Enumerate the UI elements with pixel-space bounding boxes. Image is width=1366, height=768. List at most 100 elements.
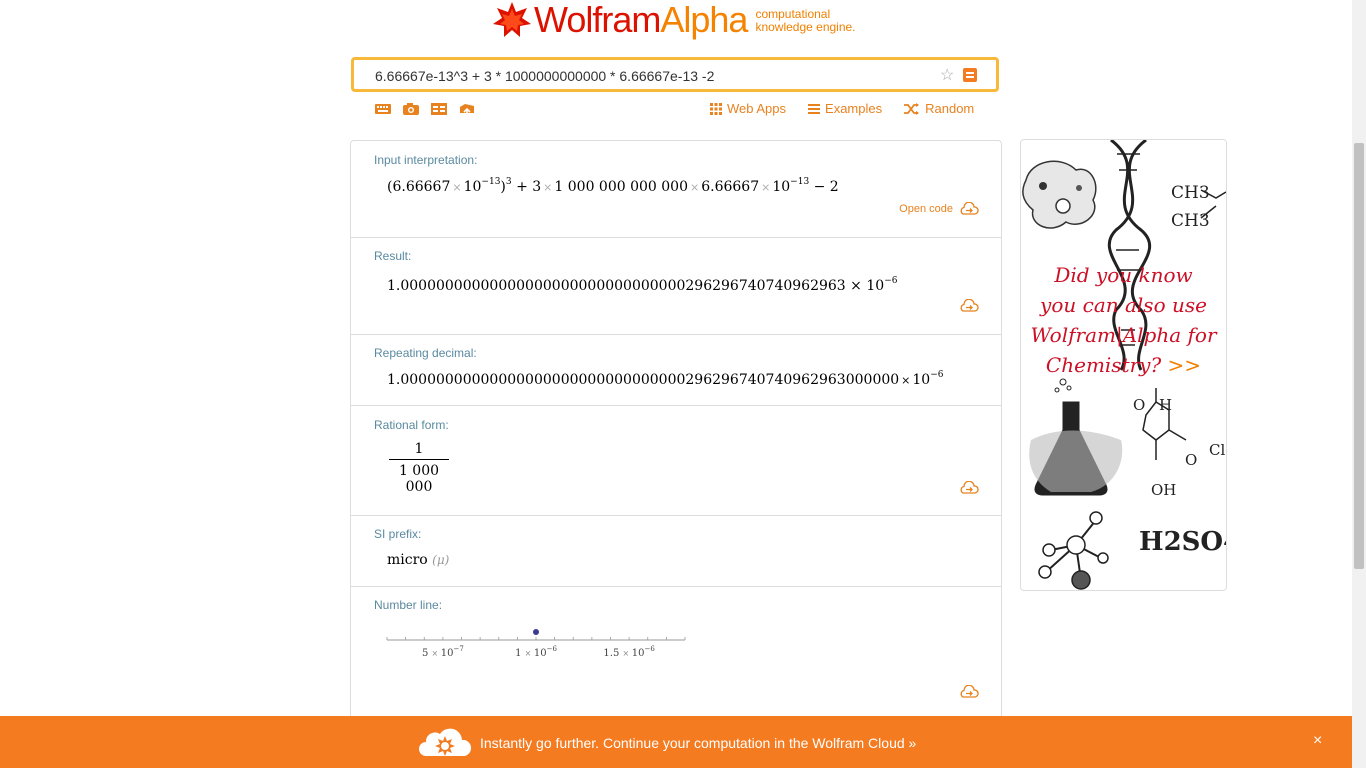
repeating-value: 1.00000000000000000000000000000000296296… [387,370,944,388]
outer-exponent: 3 [505,177,512,187]
keyboard-icon[interactable] [374,101,392,117]
ten-1: 10 [463,179,482,195]
ad-line-2: you can also use [1040,293,1207,317]
list-icon [808,103,821,114]
cloud-arrow-icon[interactable] [959,299,979,313]
pod-title: Result: [374,249,412,263]
web-apps-link[interactable]: Web Apps [710,101,786,116]
logo-tagline: computational knowledge engine. [755,8,855,34]
pod-number-line: Number line: 5 × 10−7 1 × 10−6 1.5 × 10−6 [351,587,1001,719]
ad-line-3: Wolfram|Alpha for [1030,323,1217,347]
times-sign: × [452,181,462,194]
ad-headline: Did you know you can also use Wolfram|Al… [1021,260,1226,380]
plus-three: + 3 [516,179,542,195]
page-scrollbar[interactable] [1352,0,1366,768]
result-mantissa: 1.00000000000000000000000000000000296296… [387,278,846,294]
wolfram-star-icon [493,2,531,37]
ad-h-label: H [1159,396,1172,414]
search-query-text[interactable]: 6.66667e-13^3 + 3 * 1000000000000 * 6.66… [375,68,714,84]
tagline-line-2: knowledge engine. [755,20,856,34]
si-prefix-symbol: (μ) [432,553,450,567]
pod-title: Rational form: [374,418,449,432]
header: Wolfram Alpha computational knowledge eng… [0,0,1352,50]
open-code-link[interactable]: Open code [899,202,979,216]
close-icon[interactable]: × [1313,732,1322,750]
pod-result: Result: 1.000000000000000000000000000000… [351,238,1001,335]
ad-ch3-top: CH3 [1171,183,1210,203]
camera-icon[interactable] [402,101,420,117]
base-1: 6.66667 [392,179,451,195]
cloud-arrow-icon[interactable] [959,685,979,699]
repeating-exponent: −6 [930,370,944,380]
times-sign: × [761,181,771,194]
input-toolbar [374,101,486,119]
si-prefix-name: micro [387,552,428,568]
banner-message[interactable]: Instantly go further. Continue your comp… [480,735,916,751]
ad-arrow: >> [1167,353,1202,377]
examples-link[interactable]: Examples [808,101,882,116]
nav-links: Web Apps Examples Random [710,101,996,116]
shuffle-icon [904,102,920,115]
times-sign: × [901,374,911,387]
grid-icon [710,102,722,115]
pod-si-prefix: SI prefix: micro (μ) [351,516,1001,587]
wolfram-cloud-icon [419,728,472,756]
si-prefix-value: micro (μ) [387,552,449,568]
exponent-2: −13 [790,177,810,187]
svg-text:O: O [1133,396,1145,414]
ad-chemistry-text: Chemistry? [1045,353,1162,377]
number-line-tick-label: 5 × 10−7 [422,645,464,659]
number-line-labels: 5 × 10−7 1 × 10−6 1.5 × 10−6 [422,645,655,659]
logo-wolfram-text: Wolfram [534,0,661,40]
result-exponent: −6 [884,276,898,286]
logo-alpha-text: Alpha [660,0,748,40]
number-line-point [533,629,539,635]
exponent-1: −13 [481,177,501,187]
upload-icon[interactable] [458,101,476,117]
random-label: Random [925,101,975,116]
pod-title: Number line: [374,598,443,612]
pod-rational-form: Rational form: 1 1 000 000 [351,406,1001,516]
ad-h2so4: H2SO4 [1139,527,1226,557]
input-expression: (6.66667 × 10−13)3 + 3 × 1 000 000 000 000 × 6… [387,177,839,195]
repeating-mantissa: 1.00000000000000000000000000000000296296… [387,372,900,388]
denominator: 1 000 000 [398,463,440,495]
cloud-arrow-icon[interactable] [959,481,979,495]
pod-title: Repeating decimal: [374,346,477,360]
web-apps-label: Web Apps [727,101,787,116]
ad-oh-label: OH [1151,481,1176,499]
number-line-plot: 5 × 10−7 1 × 10−6 1.5 × 10−6 [386,629,686,659]
compute-button[interactable] [963,68,977,82]
times-sign: × [543,181,553,194]
ad-line-1: Did you know [1054,263,1193,287]
pod-repeating-decimal: Repeating decimal: 1.0000000000000000000… [351,335,1001,406]
ten-2: 10 [772,179,791,195]
cloud-banner[interactable]: Instantly go further. Continue your comp… [0,716,1352,768]
svg-text:O: O [1185,451,1197,469]
number-line-tick-label: 1 × 10−6 [515,645,557,659]
pod-title: Input interpretation: [374,153,478,167]
pod-title: SI prefix: [374,527,422,541]
times-sign: × [690,181,700,194]
scrollbar-thumb[interactable] [1354,143,1364,569]
fraction: 1 1 000 000 [389,441,449,495]
number-line-tick-label: 1.5 × 10−6 [603,645,655,659]
star-icon[interactable]: ☆ [940,65,954,85]
minus-two: − 2 [813,179,839,195]
search-input[interactable]: 6.66667e-13^3 + 3 * 1000000000000 * 6.66… [351,57,999,92]
times-sign: × [850,278,862,294]
svg-text:Cl: Cl [1209,441,1225,459]
pod-input-interpretation: Input interpretation: (6.66667 × 10−13)3 +… [351,141,1001,238]
big-number: 1 000 000 000 000 [554,179,688,195]
ad-line-4: Chemistry? >> [1021,350,1226,380]
base-2: 6.66667 [701,179,760,195]
random-link[interactable]: Random [904,101,974,116]
table-icon[interactable] [430,101,448,117]
open-code-label: Open code [899,203,953,215]
wolfram-alpha-logo[interactable]: Wolfram Alpha computational knowledge eng… [492,0,856,40]
numerator: 1 [389,441,449,460]
examples-label: Examples [825,101,883,116]
result-ten: 10 [866,278,885,294]
chemistry-ad[interactable]: CH3 CH3 O H O Cl OH H2SO4 Did you know y… [1020,139,1227,591]
cloud-arrow-icon [960,202,979,215]
